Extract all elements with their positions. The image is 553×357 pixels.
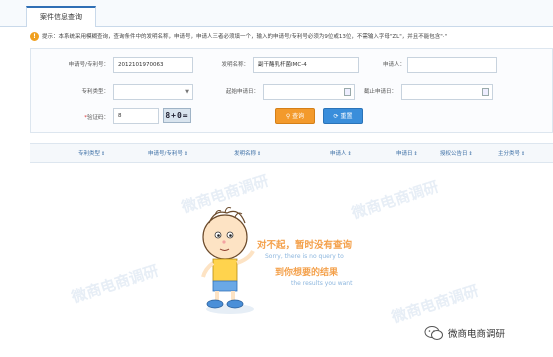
application-no-label: 申请号/专利号： [68,62,109,68]
column-main-class[interactable]: 主分类号⇕ [498,144,525,164]
column-application-no[interactable]: 申请号/专利号⇕ [148,144,188,164]
wechat-icon [424,326,443,340]
reset-button-label: 重置 [340,113,353,120]
applicant-label: 申请人： [382,62,405,68]
patent-type-label: 专利类型： [81,89,109,95]
column-label: 主分类号 [498,151,521,157]
sort-icon: ⇕ [521,151,526,157]
chevron-down-icon: ▼ [185,89,189,95]
watermark-text: 微商电商调研 [389,281,481,327]
search-form: 申请号/专利号： 2012101970063 发明名称： 副干酪乳杆菌IMC-4… [30,48,553,133]
sort-icon: ⇕ [101,151,106,157]
watermark-text: 微商电商调研 [69,261,161,307]
empty-message-en-2: the results you want [291,280,353,287]
column-grant-date[interactable]: 授权公告日⇕ [440,144,473,164]
empty-message-cn-1: 对不起，暂时没有查询 [257,240,353,251]
applicant-input[interactable] [407,57,497,73]
sort-icon: ⇕ [257,151,262,157]
brand-watermark: 微商电商调研 [448,329,506,340]
patent-type-select[interactable]: ▼ [113,84,193,100]
sort-icon: ⇕ [183,151,189,157]
column-label: 发明名称 [234,151,257,157]
sort-icon: ⇕ [413,151,418,157]
column-patent-type[interactable]: 专利类型⇕ [78,144,105,164]
notice-bar: ! 提示：本系统采用模糊查询，查询条件中的发明名称，申请号，申请人三者必须填一个，… [30,30,553,44]
column-label: 申请日 [396,151,413,157]
column-application-date[interactable]: 申请日⇕ [396,144,418,164]
captcha-label-text: 验证码： [86,115,109,121]
info-icon: ! [30,32,39,41]
empty-message-cn-2: 到你想要的结果 [275,268,339,278]
empty-result: 对不起，暂时没有查询 Sorry, there is no query to 到… [195,205,365,320]
column-applicant[interactable]: 申请人⇕ [330,144,352,164]
column-invention-name[interactable]: 发明名称⇕ [234,144,261,164]
result-table-header: 专利类型⇕ 申请号/专利号⇕ 发明名称⇕ 申请人⇕ 申请日⇕ 授权公告日⇕ 主分… [30,143,553,163]
start-date-label: 起始申请日： [225,89,259,95]
column-label: 授权公告日 [440,151,468,157]
cartoon-boy-illustration [201,207,255,314]
sort-icon: ⇕ [347,151,352,157]
query-button[interactable]: ⚲ 查询 [275,108,315,124]
empty-message-en-1: Sorry, there is no query to [265,253,344,260]
captcha-input[interactable]: 8 [113,108,159,124]
invention-name-input[interactable]: 副干酪乳杆菌IMC-4 [253,57,359,73]
end-date-label: 截止申请日： [363,89,397,95]
tab-case-info-query[interactable]: 案件信息查询 [26,6,96,27]
captcha-label: *验证码： [49,113,109,121]
tab-bar: 案件信息查询 [0,0,553,27]
notice-text: 提示：本系统采用模糊查询，查询条件中的发明名称，申请号，申请人三者必须填一个，输… [42,34,448,40]
query-button-label: 查询 [292,113,305,120]
column-label: 申请号/专利号 [148,151,183,157]
sort-icon: ⇕ [468,151,473,157]
end-date-input[interactable] [401,84,493,100]
invention-name-label: 发明名称： [221,62,249,68]
reset-button[interactable]: ⟳ 重置 [323,108,363,124]
captcha-image[interactable]: 8+0= [163,108,191,123]
calendar-icon[interactable] [482,88,489,96]
column-label: 申请人 [330,151,347,157]
column-label: 专利类型 [78,151,101,157]
